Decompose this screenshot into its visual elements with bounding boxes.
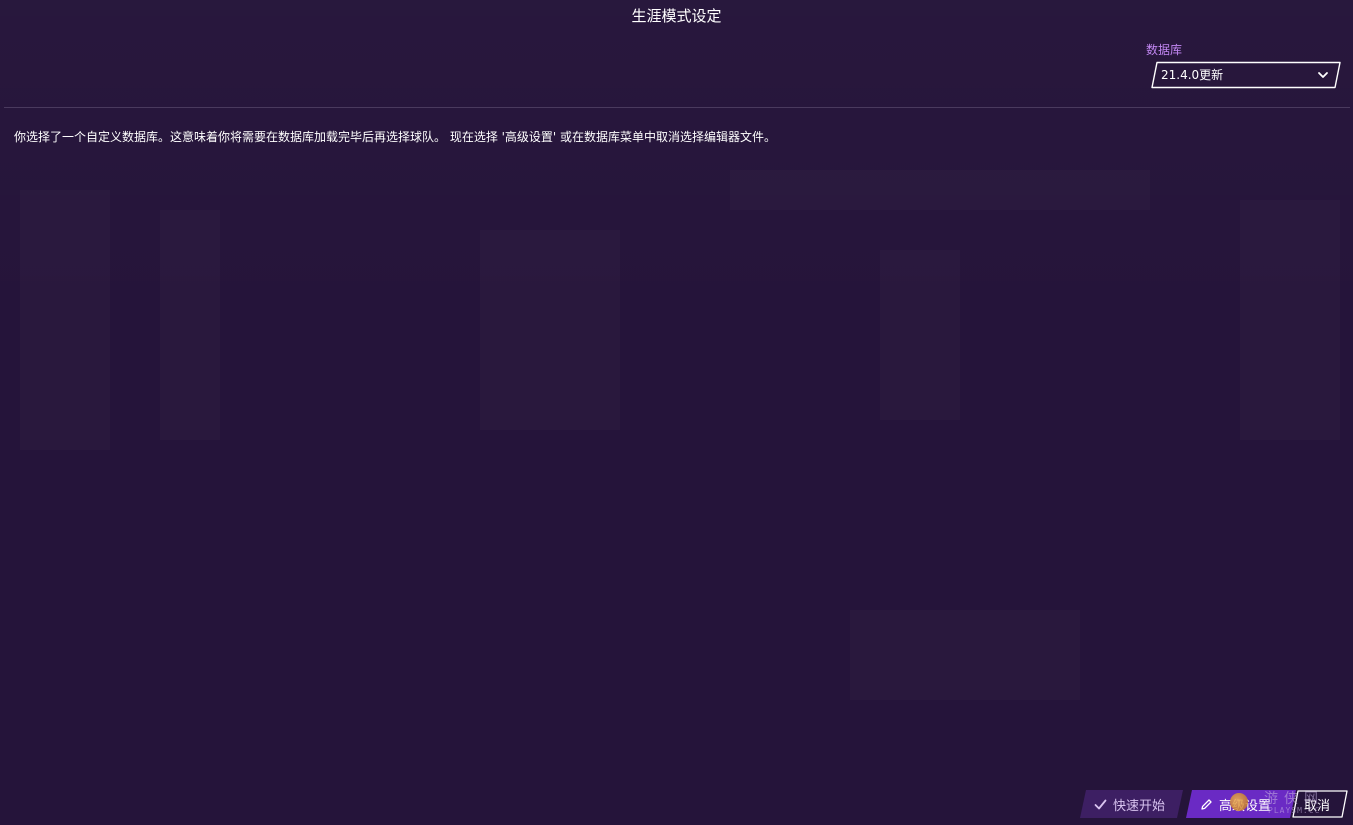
career-setup-screen: 生涯模式设定 数据库 21.4.0更新 你选择了一个自定义数据库。这意味着你将需…	[0, 0, 1353, 825]
chevron-down-icon	[1318, 72, 1328, 78]
pencil-icon	[1201, 798, 1212, 810]
header-divider	[4, 107, 1350, 108]
database-selected-value: 21.4.0更新	[1161, 68, 1224, 82]
quick-start-button[interactable]: 快速开始	[1080, 790, 1183, 818]
advanced-setup-button[interactable]: 高级设置	[1186, 790, 1296, 818]
background-texture	[20, 190, 110, 450]
background-texture	[880, 250, 960, 420]
cancel-button[interactable]: 取消	[1292, 790, 1348, 818]
advanced-setup-label: 高级设置	[1219, 798, 1272, 814]
custom-database-notice: 你选择了一个自定义数据库。这意味着你将需要在数据库加载完毕后再选择球队。 现在选…	[14, 130, 777, 144]
background-texture	[730, 170, 1150, 210]
background-texture	[160, 210, 220, 440]
background-texture	[1240, 200, 1340, 440]
database-label: 数据库	[1146, 43, 1183, 57]
background-texture	[850, 610, 1080, 700]
background-texture	[480, 230, 620, 430]
check-icon	[1094, 799, 1107, 809]
page-title: 生涯模式设定	[631, 7, 722, 25]
database-dropdown[interactable]: 21.4.0更新	[1150, 61, 1342, 89]
quick-start-label: 快速开始	[1113, 798, 1166, 814]
cancel-label: 取消	[1304, 798, 1331, 814]
